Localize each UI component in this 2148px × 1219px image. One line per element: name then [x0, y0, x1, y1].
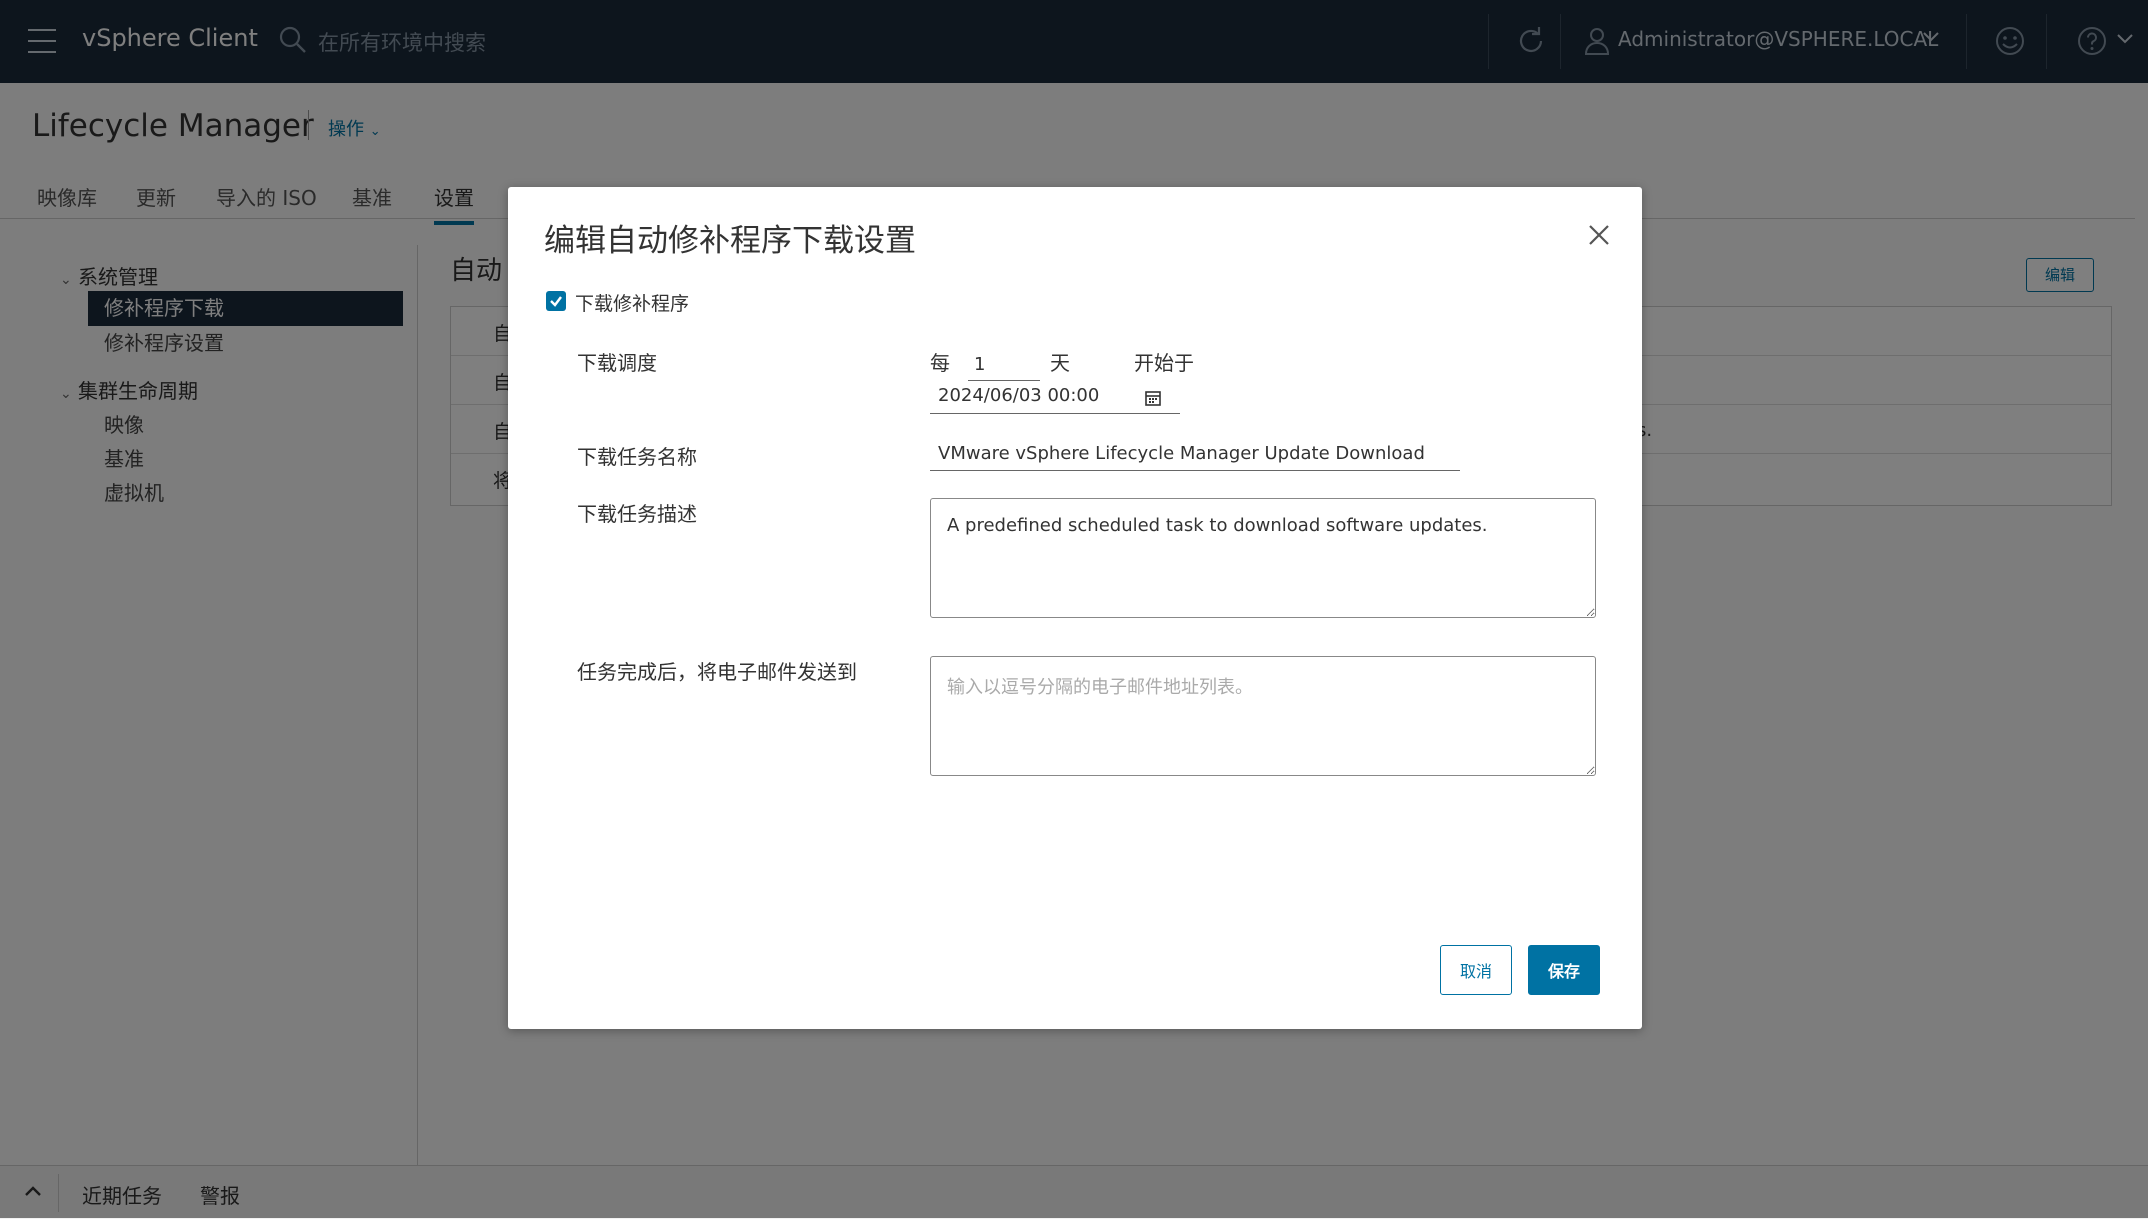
dialog-title: 编辑自动修补程序下载设置 [544, 223, 916, 259]
download-patches-label[interactable]: 下载修补程序 [575, 289, 689, 316]
task-name-label: 下载任务名称 [577, 445, 697, 469]
email-textarea[interactable] [930, 656, 1596, 776]
task-description-textarea[interactable]: A predefined scheduled task to download … [930, 498, 1596, 618]
download-patches-checkbox[interactable] [546, 291, 566, 311]
task-description-label: 下载任务描述 [577, 502, 697, 526]
start-datetime-value: 2024/06/03 00:00 [938, 385, 1100, 406]
schedule-interval-input[interactable] [968, 349, 1040, 381]
schedule-label: 下载调度 [577, 351, 657, 375]
edit-patch-download-dialog: 编辑自动修补程序下载设置 下载修补程序 下载调度 每 天 开始于 2024/06… [508, 187, 1642, 1029]
email-label: 任务完成后，将电子邮件发送到 [577, 660, 857, 684]
task-name-input[interactable] [930, 437, 1460, 471]
cancel-button[interactable]: 取消 [1440, 945, 1512, 995]
start-at-label: 开始于 [1134, 351, 1194, 375]
calendar-icon[interactable] [1144, 389, 1162, 407]
every-label: 每 [930, 351, 950, 375]
close-icon[interactable] [1588, 224, 1610, 246]
start-datetime-field[interactable]: 2024/06/03 00:00 [930, 381, 1180, 414]
save-button[interactable]: 保存 [1528, 945, 1600, 995]
checkmark-icon [550, 296, 562, 307]
unit-label: 天 [1050, 351, 1070, 375]
